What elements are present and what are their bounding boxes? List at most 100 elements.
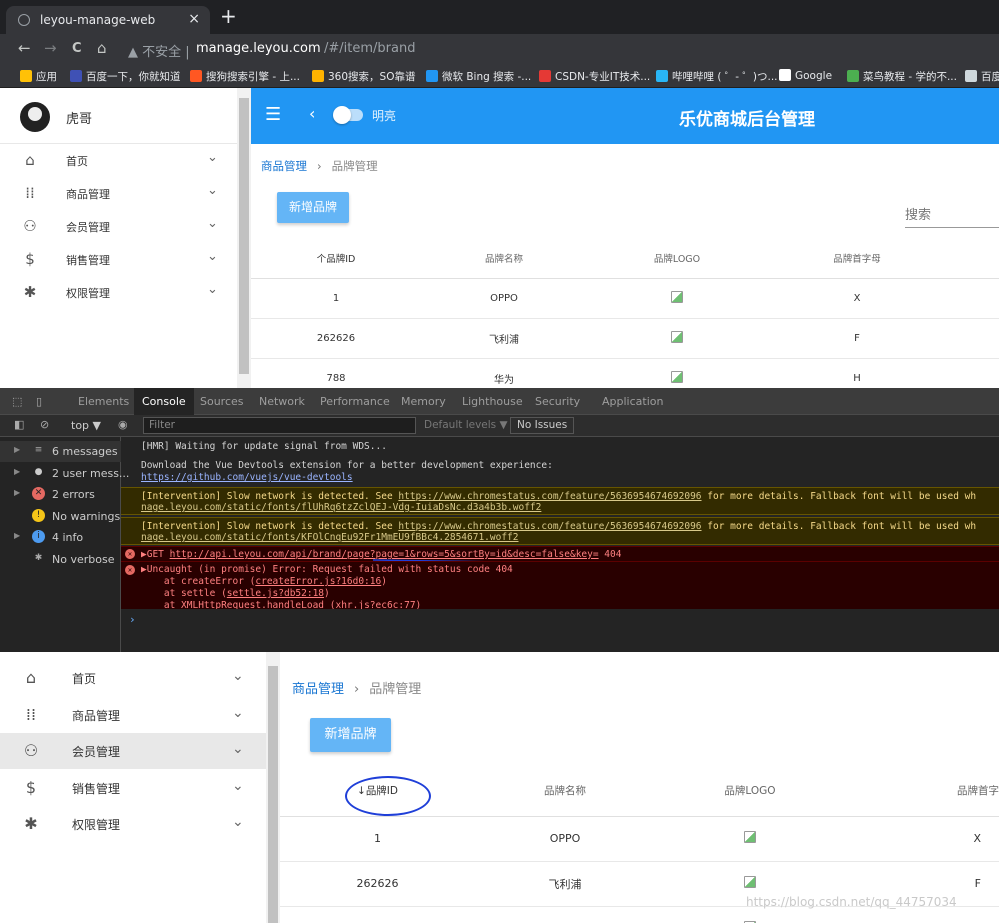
column-header-name[interactable]: 品牌名称	[421, 238, 587, 279]
sidebar-toggle-icon[interactable]: ◧	[14, 418, 24, 431]
table-row[interactable]: 1 OPPO X	[251, 278, 999, 319]
console-sidebar-item[interactable]: ! No warnings	[0, 506, 121, 527]
bookmark-item[interactable]: 搜狗搜索引擎 - 上...	[190, 69, 300, 84]
bookmark-item[interactable]: 应用	[20, 69, 57, 84]
log-error-uncaught[interactable]: ✕ ▶Uncaught (in promise) Error: Request …	[121, 561, 999, 609]
devtools-tab[interactable]: Performance	[320, 395, 390, 408]
console-sidebar-item[interactable]: ✱ No verbose	[0, 549, 121, 570]
bookmark-item[interactable]: 百度	[965, 69, 999, 84]
search-input[interactable]: 搜索	[905, 204, 999, 228]
expand-arrow-icon[interactable]: ▶	[14, 445, 20, 454]
devtools-tab[interactable]: Sources	[200, 395, 244, 408]
stack-link-3[interactable]: xhr.js?ec6c:77	[335, 600, 415, 609]
devtools-tab[interactable]: Console	[134, 388, 194, 415]
theme-toggle[interactable]	[333, 106, 363, 124]
sidebar-scrollbar[interactable]	[266, 652, 280, 923]
url-field[interactable]: ▲ 不安全 | manage.leyou.com /#/item/brand	[118, 37, 998, 61]
sidebar-item-label: 商品管理	[72, 708, 121, 723]
column-header-logo[interactable]: 品牌LOGO	[655, 766, 845, 817]
home-icon: ⌂	[25, 151, 35, 169]
bookmark-item[interactable]: 360搜索，SO靠谱	[312, 69, 415, 84]
font-link[interactable]: nage.leyou.com/static/fonts/KFOlCnqEu92F…	[141, 532, 519, 543]
breadcrumb-parent[interactable]: 商品管理	[292, 682, 344, 697]
context-select[interactable]: top ▼	[71, 419, 101, 432]
devtools-tab[interactable]: Lighthouse	[462, 395, 523, 408]
user-profile[interactable]: 虎哥	[0, 88, 237, 144]
expand-arrow-icon[interactable]: ▶	[14, 531, 20, 540]
warning-link[interactable]: https://www.chromestatus.com/feature/563…	[398, 521, 701, 532]
log-levels-select[interactable]: Default levels ▼	[424, 419, 508, 431]
table-row[interactable]: 788华为 H	[251, 358, 999, 388]
device-toolbar-icon[interactable]: ▯	[36, 395, 42, 408]
issues-button[interactable]: No Issues	[510, 417, 575, 434]
clear-console-icon[interactable]: ⊘	[40, 418, 49, 431]
table-row[interactable]: 1 OPPO X	[280, 816, 999, 862]
warning-link[interactable]: https://www.chromestatus.com/feature/563…	[398, 491, 701, 502]
devtools-tab[interactable]: Elements	[78, 395, 129, 408]
scrollbar-thumb[interactable]	[239, 98, 249, 374]
console-prompt[interactable]: ›	[129, 613, 136, 626]
devtools-tab[interactable]: Security	[535, 395, 580, 408]
devtools-tab[interactable]: Network	[259, 395, 305, 408]
browser-tab[interactable]: leyou-manage-web ×	[6, 6, 210, 34]
add-brand-button[interactable]: 新增品牌	[277, 192, 349, 223]
devtools-tab[interactable]: Application	[602, 395, 663, 408]
bookmark-icon	[656, 70, 668, 82]
forward-arrow-icon[interactable]: →	[44, 39, 57, 57]
cell-letter: X	[767, 278, 947, 319]
console-sidebar-item[interactable]: ▶ ≡ 6 messages	[0, 441, 121, 462]
collapse-chevron-icon[interactable]: ‹	[309, 104, 315, 123]
column-header-letter[interactable]: 品牌首字	[845, 766, 999, 817]
reload-icon[interactable]: C	[72, 41, 82, 56]
column-header-letter[interactable]: 品牌首字母	[767, 238, 947, 279]
expand-arrow-icon[interactable]: ▶	[14, 488, 20, 497]
eye-icon[interactable]: ◉	[118, 418, 128, 431]
bookmark-item[interactable]: 菜鸟教程 - 学的不...	[847, 69, 957, 84]
expand-arrow-icon[interactable]: ▶	[14, 467, 20, 476]
back-arrow-icon[interactable]: ←	[18, 39, 31, 57]
bookmark-item[interactable]: Google	[779, 69, 832, 82]
chevron-down-icon: ⌄	[207, 216, 218, 231]
console-filter-input[interactable]: Filter	[143, 417, 416, 434]
add-brand-button[interactable]: 新增品牌	[310, 718, 391, 752]
not-secure-warning[interactable]: ▲ 不安全 |	[128, 41, 190, 60]
stack-frame-3: at XMLHttpRequest.handleLoad (	[141, 600, 336, 609]
sidebar-item[interactable]: ⚇ 会员管理 ⌄	[0, 733, 266, 769]
column-header-id[interactable]: 个品牌ID	[251, 238, 421, 279]
bookmark-item[interactable]: 哔哩哔哩 ( ゜- ゜)つ...	[656, 69, 778, 84]
sidebar-item[interactable]: ⌂ 首页 ⌄	[0, 660, 266, 696]
cell-logo	[587, 318, 767, 359]
sidebar-scrollbar[interactable]	[237, 88, 251, 388]
inspect-icon[interactable]: ⬚	[12, 395, 22, 408]
home-icon[interactable]: ⌂	[97, 39, 107, 57]
devtools-tab[interactable]: Memory	[401, 395, 446, 408]
sidebar-item[interactable]: ⁞⁞ 商品管理 ⌄	[0, 177, 237, 210]
sidebar-item[interactable]: $ 销售管理 ⌄	[0, 770, 266, 806]
new-tab-button[interactable]: +	[220, 6, 237, 26]
sidebar-item[interactable]: $ 销售管理 ⌄	[0, 243, 237, 276]
sidebar-item[interactable]: ⌂ 首页 ⌄	[0, 144, 237, 177]
tab-close-button[interactable]: ×	[188, 11, 200, 27]
menu-icon[interactable]: ☰	[265, 104, 281, 125]
error-icon: ✕	[125, 549, 135, 559]
vue-devtools-link[interactable]: https://github.com/vuejs/vue-devtools	[141, 472, 353, 483]
console-sidebar-label: No warnings	[52, 509, 121, 523]
font-link[interactable]: nage.leyou.com/static/fonts/flUhRq6tzZcl…	[141, 502, 541, 513]
console-sidebar-item[interactable]: ▶ ● 2 user mess...	[0, 463, 129, 484]
sidebar-item[interactable]: ⚇ 会员管理 ⌄	[0, 210, 237, 243]
column-header-logo[interactable]: 品牌LOGO	[587, 238, 767, 279]
console-sidebar-item[interactable]: ▶ i 4 info	[0, 527, 121, 548]
stack-link-2[interactable]: settle.js?db52:18	[227, 588, 324, 599]
stack-link-1[interactable]: createError.js?16d0:16	[255, 576, 381, 587]
scrollbar-thumb[interactable]	[268, 666, 278, 923]
sidebar-item[interactable]: ✱ 权限管理 ⌄	[0, 806, 266, 842]
bookmark-item[interactable]: 百度一下，你就知道	[70, 69, 181, 84]
sidebar-item[interactable]: ✱ 权限管理 ⌄	[0, 276, 237, 309]
sidebar-item[interactable]: ⁞⁞ 商品管理 ⌄	[0, 697, 266, 733]
column-header-name[interactable]: 品牌名称	[475, 766, 655, 817]
console-sidebar-item[interactable]: ▶ ✕ 2 errors	[0, 484, 121, 505]
bookmark-item[interactable]: 微软 Bing 搜索 -...	[426, 69, 531, 84]
bookmark-item[interactable]: CSDN-专业IT技术...	[539, 69, 650, 84]
breadcrumb-parent[interactable]: 商品管理	[261, 159, 307, 173]
table-row[interactable]: 262626 飞利浦 F	[251, 318, 999, 359]
